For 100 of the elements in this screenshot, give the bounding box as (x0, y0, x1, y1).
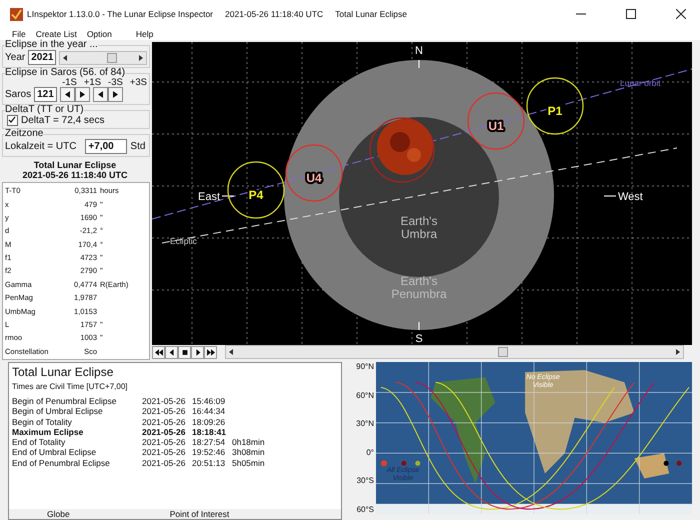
window-datetime: 2021-05-26 11:18:40 UTC (225, 9, 324, 19)
north-label: N (415, 45, 423, 57)
summary-datetime: 2021-05-26 11:18:40 UTC (22, 170, 128, 180)
step-back-button[interactable] (60, 87, 75, 102)
group-title: Zeitzone (5, 129, 44, 139)
latitude-label: 60°S (356, 504, 374, 514)
step-back-button[interactable] (165, 346, 178, 358)
event-duration: 0h18min (232, 437, 265, 448)
event-date: 2021-05-26 (142, 426, 186, 438)
report-title: Total Lunar Eclipse (12, 365, 114, 379)
play-button[interactable] (191, 346, 204, 358)
event-time: 18:18:41 (192, 426, 228, 438)
step-label: -1S (62, 78, 77, 87)
left-triangle-icon (98, 91, 103, 98)
menu-item[interactable]: Create List (36, 29, 77, 39)
group-title: Eclipse in the year ... (5, 40, 98, 50)
contact-label: U4 (306, 171, 322, 185)
saros-field[interactable]: 121 (34, 87, 57, 102)
step-forward-button[interactable] (108, 87, 123, 102)
event-date: 2021-05-26 (142, 406, 186, 417)
event-name: End of Umbral Eclipse (12, 447, 98, 458)
moon-position-circle (227, 161, 285, 219)
group-title: Point of Interest (170, 509, 230, 519)
event-date: 2021-05-26 (142, 396, 186, 406)
double-left-triangle-icon (154, 348, 162, 356)
latitude-label: 30°N (356, 419, 374, 428)
step-label: +1S (84, 78, 102, 87)
ecliptic-label: Ecliptic (170, 236, 197, 246)
timezone-field[interactable]: +7,00 (85, 139, 128, 154)
rewind-button[interactable] (152, 346, 165, 358)
menu-item[interactable]: File (12, 29, 26, 39)
event-name: Begin of Penumbral Eclipse (12, 396, 118, 406)
left-triangle-icon[interactable] (62, 54, 68, 62)
event-time: 19:52:46 (192, 447, 226, 458)
event-time: 20:51:13 (192, 458, 226, 468)
step-back-button[interactable] (92, 87, 108, 102)
north-tick (418, 60, 420, 68)
moon-position-circle (285, 144, 343, 202)
east-label: East (198, 191, 220, 203)
event-duration: 5h05min (232, 458, 265, 468)
latitude-label: 90°N (356, 362, 374, 371)
contact-label: P4 (248, 188, 264, 202)
year-scrollbar[interactable] (59, 50, 147, 64)
event-date: 2021-05-26 (142, 447, 186, 458)
menu-item[interactable]: Help (136, 29, 154, 39)
fast-forward-button[interactable] (204, 346, 217, 358)
field-label: Year (5, 52, 26, 63)
right-triangle-icon (80, 91, 85, 98)
event-name: End of Totality (12, 437, 66, 448)
stop-button[interactable] (178, 346, 191, 358)
lunar-orbit-label: Lunar orbit (620, 78, 661, 88)
right-triangle-icon[interactable] (138, 54, 144, 62)
maximize-icon[interactable] (626, 9, 636, 19)
checkbox-label: DeltaT = 72,4 secs (21, 115, 104, 126)
event-date: 2021-05-26 (142, 416, 186, 427)
right-triangle-icon (194, 348, 202, 356)
window-title: LInspektor 1.13.0.0 - The Lunar Eclipse Inspector (27, 9, 214, 19)
group-title: Globe (47, 509, 70, 519)
event-name: Maximum Eclipse (12, 426, 84, 438)
menu-item[interactable]: Option (86, 29, 112, 39)
right-triangle-icon (112, 91, 118, 98)
latitude-label: 60°N (356, 390, 374, 400)
square-icon (180, 348, 188, 356)
event-time: 16:44:34 (192, 406, 226, 417)
time-scrollbar[interactable] (225, 345, 684, 359)
contact-label: U1 (488, 119, 504, 133)
summary-title: Total Lunar Eclipse (34, 160, 116, 170)
latitude-label: 30°S (356, 476, 374, 486)
step-forward-button[interactable] (74, 87, 90, 102)
event-time: 18:09:26 (192, 416, 226, 427)
year-field[interactable]: 2021 (28, 50, 56, 65)
event-name: Begin of Totality (12, 416, 73, 427)
group-title: DeltaT (TT or UT) (5, 105, 84, 115)
window-eclipse-type: Total Lunar Eclipse (335, 9, 407, 19)
field-label: Saros (5, 89, 32, 100)
scroll-thumb[interactable] (106, 52, 116, 62)
field-label: Lokalzeit = UTC (5, 141, 76, 152)
umbra-label: Earth's Umbra (400, 214, 438, 241)
scroll-thumb[interactable] (498, 347, 508, 357)
step-label: -3S (108, 78, 123, 87)
moon-position-circle (467, 92, 525, 150)
latitude-label: 0° (366, 448, 374, 457)
left-triangle-icon (64, 91, 70, 98)
right-triangle-icon[interactable] (675, 348, 681, 356)
group-title: Eclipse in Saros (56. of 84) (5, 68, 126, 78)
contact-label: P1 (548, 104, 562, 118)
left-triangle-icon[interactable] (228, 348, 234, 356)
event-name: Begin of Umbral Eclipse (12, 406, 104, 417)
south-label: S (415, 333, 423, 345)
unit-label: Std (130, 141, 146, 152)
app-icon (10, 8, 23, 20)
event-date: 2021-05-26 (142, 437, 186, 448)
penumbra-label: Earth's Penumbra (391, 274, 447, 301)
close-icon[interactable] (676, 9, 686, 19)
double-right-triangle-icon (206, 348, 214, 356)
deltat-checkbox[interactable] (7, 115, 18, 126)
moon-position-circle (526, 77, 584, 135)
west-label: West (618, 191, 643, 203)
event-time: 18:27:54 (192, 437, 226, 448)
event-name: End of Penumbral Eclipse (12, 458, 111, 468)
